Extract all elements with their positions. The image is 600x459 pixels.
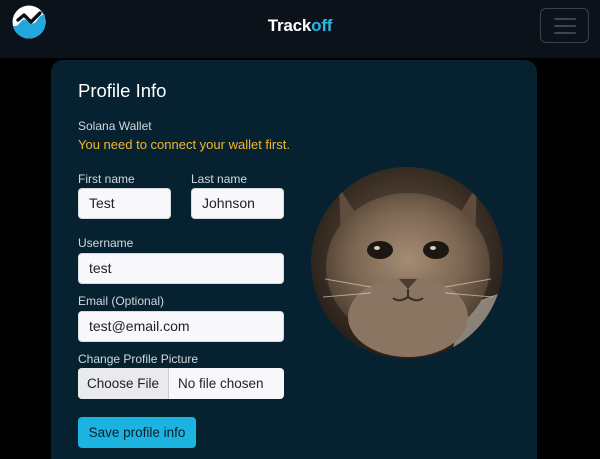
- profile-card: Profile Info Solana Wallet You need to c…: [51, 60, 537, 459]
- email-label: Email (Optional): [78, 294, 165, 308]
- username-field[interactable]: test: [78, 253, 284, 284]
- file-status: No file chosen: [178, 376, 264, 391]
- save-profile-button[interactable]: Save profile info: [78, 417, 196, 448]
- last-name-field[interactable]: Johnson: [191, 188, 284, 219]
- first-name-field[interactable]: Test: [78, 188, 171, 219]
- wallet-warning: You need to connect your wallet first.: [78, 137, 290, 152]
- profile-picture-file-input[interactable]: Choose File No file chosen: [78, 368, 284, 399]
- choose-file-button[interactable]: Choose File: [78, 368, 169, 399]
- avatar: [311, 167, 503, 359]
- brand-title[interactable]: Trackoff: [0, 16, 600, 36]
- wallet-label: Solana Wallet: [78, 119, 152, 133]
- last-name-label: Last name: [191, 172, 248, 186]
- menu-bar: [554, 25, 576, 27]
- username-label: Username: [78, 236, 134, 250]
- hamburger-menu-button[interactable]: [540, 8, 589, 43]
- cat-avatar-icon: [311, 167, 503, 359]
- menu-bar: [554, 32, 576, 34]
- picture-label: Change Profile Picture: [78, 352, 199, 366]
- email-field[interactable]: test@email.com: [78, 311, 284, 342]
- menu-bar: [554, 18, 576, 20]
- navbar: Trackoff: [0, 0, 600, 58]
- first-name-label: First name: [78, 172, 135, 186]
- page-title: Profile Info: [78, 80, 167, 101]
